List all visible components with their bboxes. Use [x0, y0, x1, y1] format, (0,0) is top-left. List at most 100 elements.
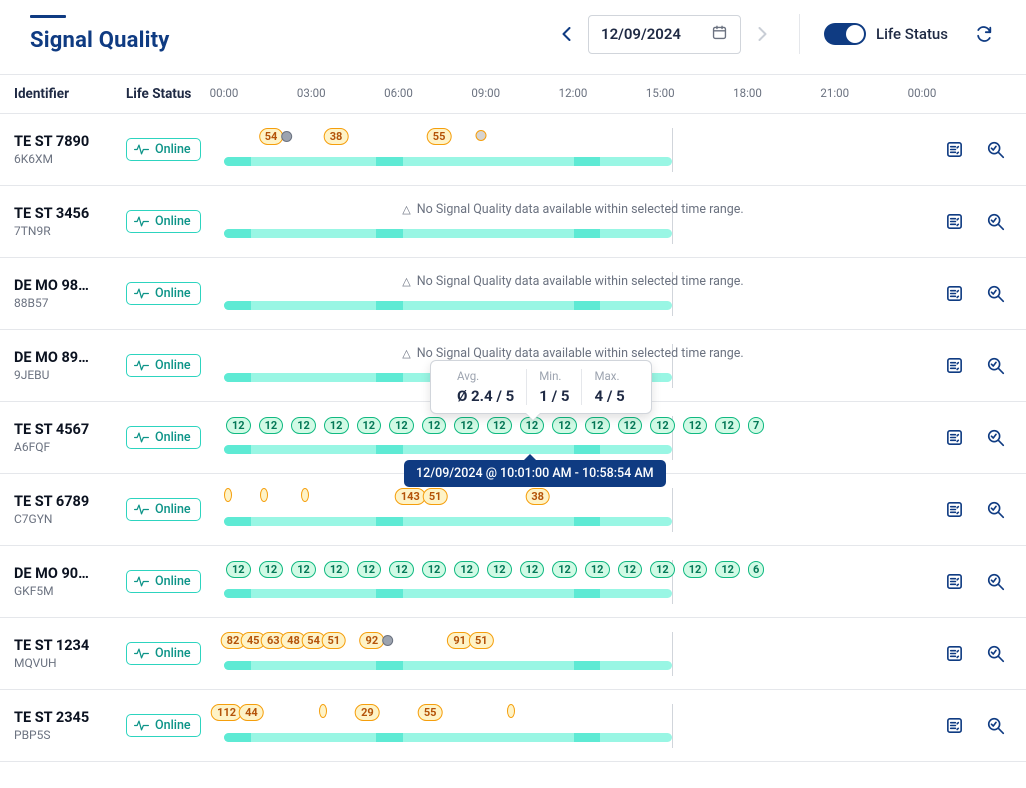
timeline-marker[interactable]: 11244 [211, 704, 264, 721]
tooltip-min-value: 1 / 5 [539, 387, 569, 405]
count-badge[interactable]: 12 [357, 561, 382, 578]
identifier-cell: TE ST 1234 MQVUH [14, 637, 126, 670]
count-badge[interactable]: 12 [552, 561, 577, 578]
count-badge[interactable]: 12 [618, 417, 643, 434]
bar-segment [376, 301, 403, 310]
count-badge[interactable]: 12 [520, 561, 545, 578]
count-badge[interactable]: 12 [291, 561, 316, 578]
count-badge[interactable]: 12 [389, 561, 414, 578]
details-button[interactable] [944, 356, 964, 376]
timeline-marker[interactable]: 92 [360, 632, 394, 649]
timeline-marker[interactable] [319, 704, 327, 722]
count-badge[interactable]: 12 [715, 417, 740, 434]
details-button[interactable] [944, 212, 964, 232]
details-button[interactable] [944, 644, 964, 664]
timeline-marker[interactable]: 9151 [447, 632, 493, 649]
count-badge[interactable]: 12 [259, 561, 284, 578]
details-button[interactable] [944, 572, 964, 592]
count-badge[interactable]: 12 [552, 417, 577, 434]
warning-icon: △ [402, 275, 410, 288]
timeline-marker[interactable]: 29 [355, 704, 380, 721]
inspect-button[interactable] [986, 428, 1006, 448]
tooltip-max-label: Max. [594, 369, 624, 383]
count-badge[interactable]: 12 [357, 417, 382, 434]
timeline-marker[interactable]: 38 [525, 488, 550, 505]
count-badge[interactable]: 12 [650, 561, 675, 578]
bar-segment [376, 229, 403, 238]
count-badge[interactable]: 12 [259, 417, 284, 434]
timeline-header: 00:00 03:00 06:00 09:00 12:00 15:00 18:0… [224, 83, 922, 105]
inspect-icon [986, 212, 1006, 232]
marker-lane: 54 38 55 [224, 128, 922, 148]
timeline-marker[interactable]: 38 [324, 128, 349, 145]
dot-icon [281, 131, 292, 142]
status-label: Online [155, 430, 191, 445]
count-badge[interactable]: 12 [715, 561, 740, 578]
timeline-marker[interactable] [507, 704, 515, 722]
timeline-marker[interactable] [301, 488, 309, 506]
identifier-sub: MQVUH [14, 656, 126, 670]
identifier-main: TE ST 1234 [14, 637, 109, 654]
timeline-marker[interactable] [224, 488, 232, 506]
activity-icon [134, 720, 149, 731]
count-badge[interactable]: 12 [683, 561, 708, 578]
count-badge[interactable]: 12 [650, 417, 675, 434]
prev-date-button[interactable] [554, 22, 578, 46]
count-badge[interactable]: 12 [487, 561, 512, 578]
details-button[interactable] [944, 716, 964, 736]
count-badge[interactable]: 6 [748, 561, 764, 578]
life-status-bar [224, 517, 672, 526]
refresh-button[interactable] [972, 22, 996, 46]
count-badge[interactable]: 12 [291, 417, 316, 434]
row-actions [922, 140, 1012, 160]
date-picker[interactable]: 12/09/2024 [588, 15, 741, 54]
details-button[interactable] [944, 500, 964, 520]
inspect-button[interactable] [986, 716, 1006, 736]
count-badge[interactable]: 12 [389, 417, 414, 434]
count-badge[interactable]: 12 [324, 561, 349, 578]
status-badge: Online [126, 354, 201, 377]
details-button[interactable] [944, 284, 964, 304]
inspect-icon [986, 716, 1006, 736]
inspect-button[interactable] [986, 572, 1006, 592]
count-badge[interactable]: 12 [454, 417, 479, 434]
timeline-marker[interactable]: 55 [427, 128, 452, 145]
timeline-marker[interactable]: 54 [259, 128, 293, 145]
identifier-cell: TE ST 4567A6FQF [14, 421, 126, 454]
count-badge[interactable]: 12 [324, 417, 349, 434]
next-date-button[interactable] [751, 22, 775, 46]
count-badge[interactable]: 12 [585, 417, 610, 434]
marker-lane: 14351 38 [224, 488, 922, 508]
inspect-button[interactable] [986, 356, 1006, 376]
inspect-button[interactable] [986, 644, 1006, 664]
timeline-marker[interactable] [260, 488, 268, 506]
inspect-button[interactable] [986, 212, 1006, 232]
count-badge[interactable]: 7 [748, 417, 764, 434]
timeline-marker[interactable]: 55 [418, 704, 443, 721]
inspect-button[interactable] [986, 284, 1006, 304]
count-badge[interactable]: 12 [226, 417, 251, 434]
count-badge[interactable]: 12 [618, 561, 643, 578]
details-icon [945, 212, 964, 231]
count-badge[interactable]: 12 [422, 561, 447, 578]
timeline-cell: 112442955 [224, 704, 922, 748]
timeline-marker[interactable] [477, 128, 486, 143]
timeline-marker[interactable]: 51 [321, 632, 346, 649]
marker-value: 91 [447, 632, 472, 649]
life-status-cell: Online [126, 210, 224, 233]
count-badge[interactable]: 12 [585, 561, 610, 578]
count-badge[interactable]: 12 [454, 561, 479, 578]
count-badge[interactable]: 12 [683, 417, 708, 434]
details-button[interactable] [944, 140, 964, 160]
timeline-marker[interactable]: 14351 [395, 488, 448, 505]
inspect-button[interactable] [986, 140, 1006, 160]
bar-segment [224, 373, 251, 382]
count-badge[interactable]: 12 [226, 561, 251, 578]
status-label: Online [155, 142, 191, 157]
life-status-toggle[interactable] [824, 23, 866, 45]
count-badge[interactable]: 12 [422, 417, 447, 434]
inspect-button[interactable] [986, 500, 1006, 520]
inspect-icon [986, 644, 1006, 664]
count-badge[interactable]: 12 [487, 417, 512, 434]
details-button[interactable] [944, 428, 964, 448]
